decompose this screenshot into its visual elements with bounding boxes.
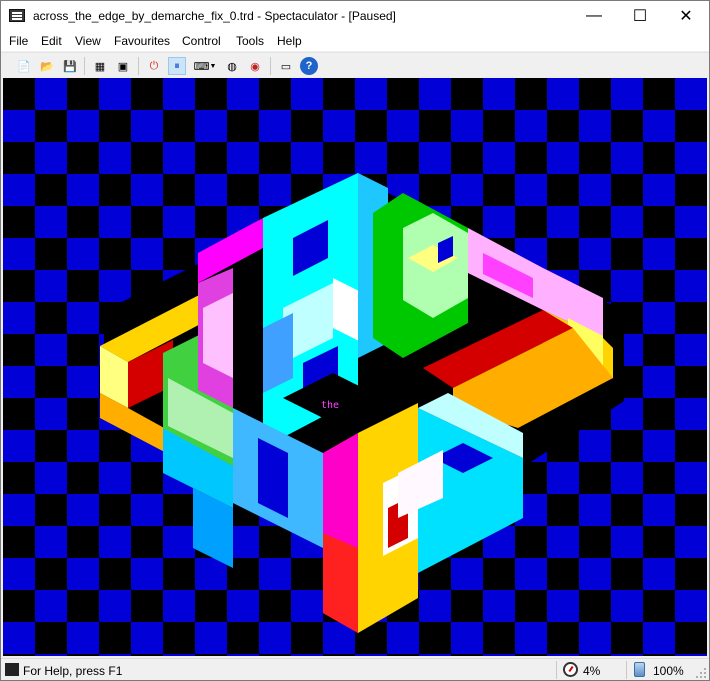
open-folder-icon: 📂 (40, 60, 54, 73)
emulation-speed: 4% (583, 664, 601, 678)
status-bar: For Help, press F1 4% 100% (1, 658, 709, 680)
menu-view[interactable]: View (75, 34, 101, 48)
demo-caption: the (321, 400, 339, 411)
status-separator (556, 661, 557, 679)
reset-icon: ⏻ (149, 59, 159, 72)
toolbar: 📄 📂 💾 ▦ ▣ ⏻ ⏸ ⌨ ▼ ◍ ◉ ▭ ? (1, 52, 709, 79)
keyboard-dropdown-button[interactable]: ⌨ ▼ (192, 57, 218, 75)
tape-button[interactable]: ▦ (91, 57, 109, 75)
window-title: across_the_edge_by_demarche_fix_0.trd - … (33, 9, 396, 23)
title-bar[interactable]: across_the_edge_by_demarche_fix_0.trd - … (1, 1, 709, 31)
spectrum-screen[interactable]: the (3, 78, 707, 656)
new-icon: 📄 (17, 60, 31, 73)
menu-edit[interactable]: Edit (41, 34, 62, 48)
zoom-icon (634, 662, 645, 677)
menu-tools[interactable]: Tools (236, 34, 264, 48)
keyboard-icon: ⌨ (193, 60, 210, 73)
minimize-button[interactable]: — (571, 1, 617, 31)
new-button[interactable]: 📄 (15, 57, 33, 75)
disk-button[interactable]: ◉ (246, 57, 264, 75)
close-button[interactable]: ✕ (663, 1, 709, 31)
menu-file[interactable]: File (9, 34, 28, 48)
resize-grip-icon[interactable] (695, 667, 707, 679)
snapshot-button[interactable]: ▣ (114, 57, 132, 75)
joystick-button[interactable]: ◍ (223, 57, 241, 75)
ring-segment (203, 293, 233, 378)
menu-control[interactable]: Control (182, 34, 221, 48)
zx-spectrum-icon: ▭ (280, 60, 292, 73)
menu-favourites[interactable]: Favourites (114, 34, 170, 48)
status-separator (626, 661, 627, 679)
joystick-icon: ◍ (227, 60, 237, 73)
status-help-text: For Help, press F1 (23, 664, 123, 678)
toolbar-separator (270, 57, 271, 75)
zx-spectrum-button[interactable]: ▭ (277, 57, 295, 75)
menu-help[interactable]: Help (277, 34, 302, 48)
maximize-button[interactable]: ☐ (617, 1, 663, 31)
help-icon: ? (305, 60, 313, 72)
app-window: across_the_edge_by_demarche_fix_0.trd - … (0, 0, 710, 681)
app-icon (9, 9, 25, 22)
reset-button[interactable]: ⏻ (145, 57, 163, 75)
zoom-level: 100% (653, 664, 684, 678)
pause-button[interactable]: ⏸ (168, 57, 186, 75)
save-icon: 💾 (63, 60, 77, 73)
toolbar-separator (138, 57, 139, 75)
demo-graphic: the (3, 78, 707, 656)
save-button[interactable]: 💾 (61, 57, 79, 75)
menu-bar: File Edit View Favourites Control Tools … (1, 31, 709, 51)
chevron-down-icon: ▼ (209, 62, 217, 70)
toolbar-separator (84, 57, 85, 75)
tape-icon: ▦ (94, 60, 106, 73)
pause-icon: ⏸ (174, 59, 180, 72)
speed-gauge-icon (563, 662, 578, 677)
status-help-icon (5, 663, 19, 676)
disk-icon: ◉ (250, 60, 260, 73)
open-button[interactable]: 📂 (38, 57, 56, 75)
help-button[interactable]: ? (300, 57, 318, 75)
snapshot-icon: ▣ (117, 60, 129, 73)
